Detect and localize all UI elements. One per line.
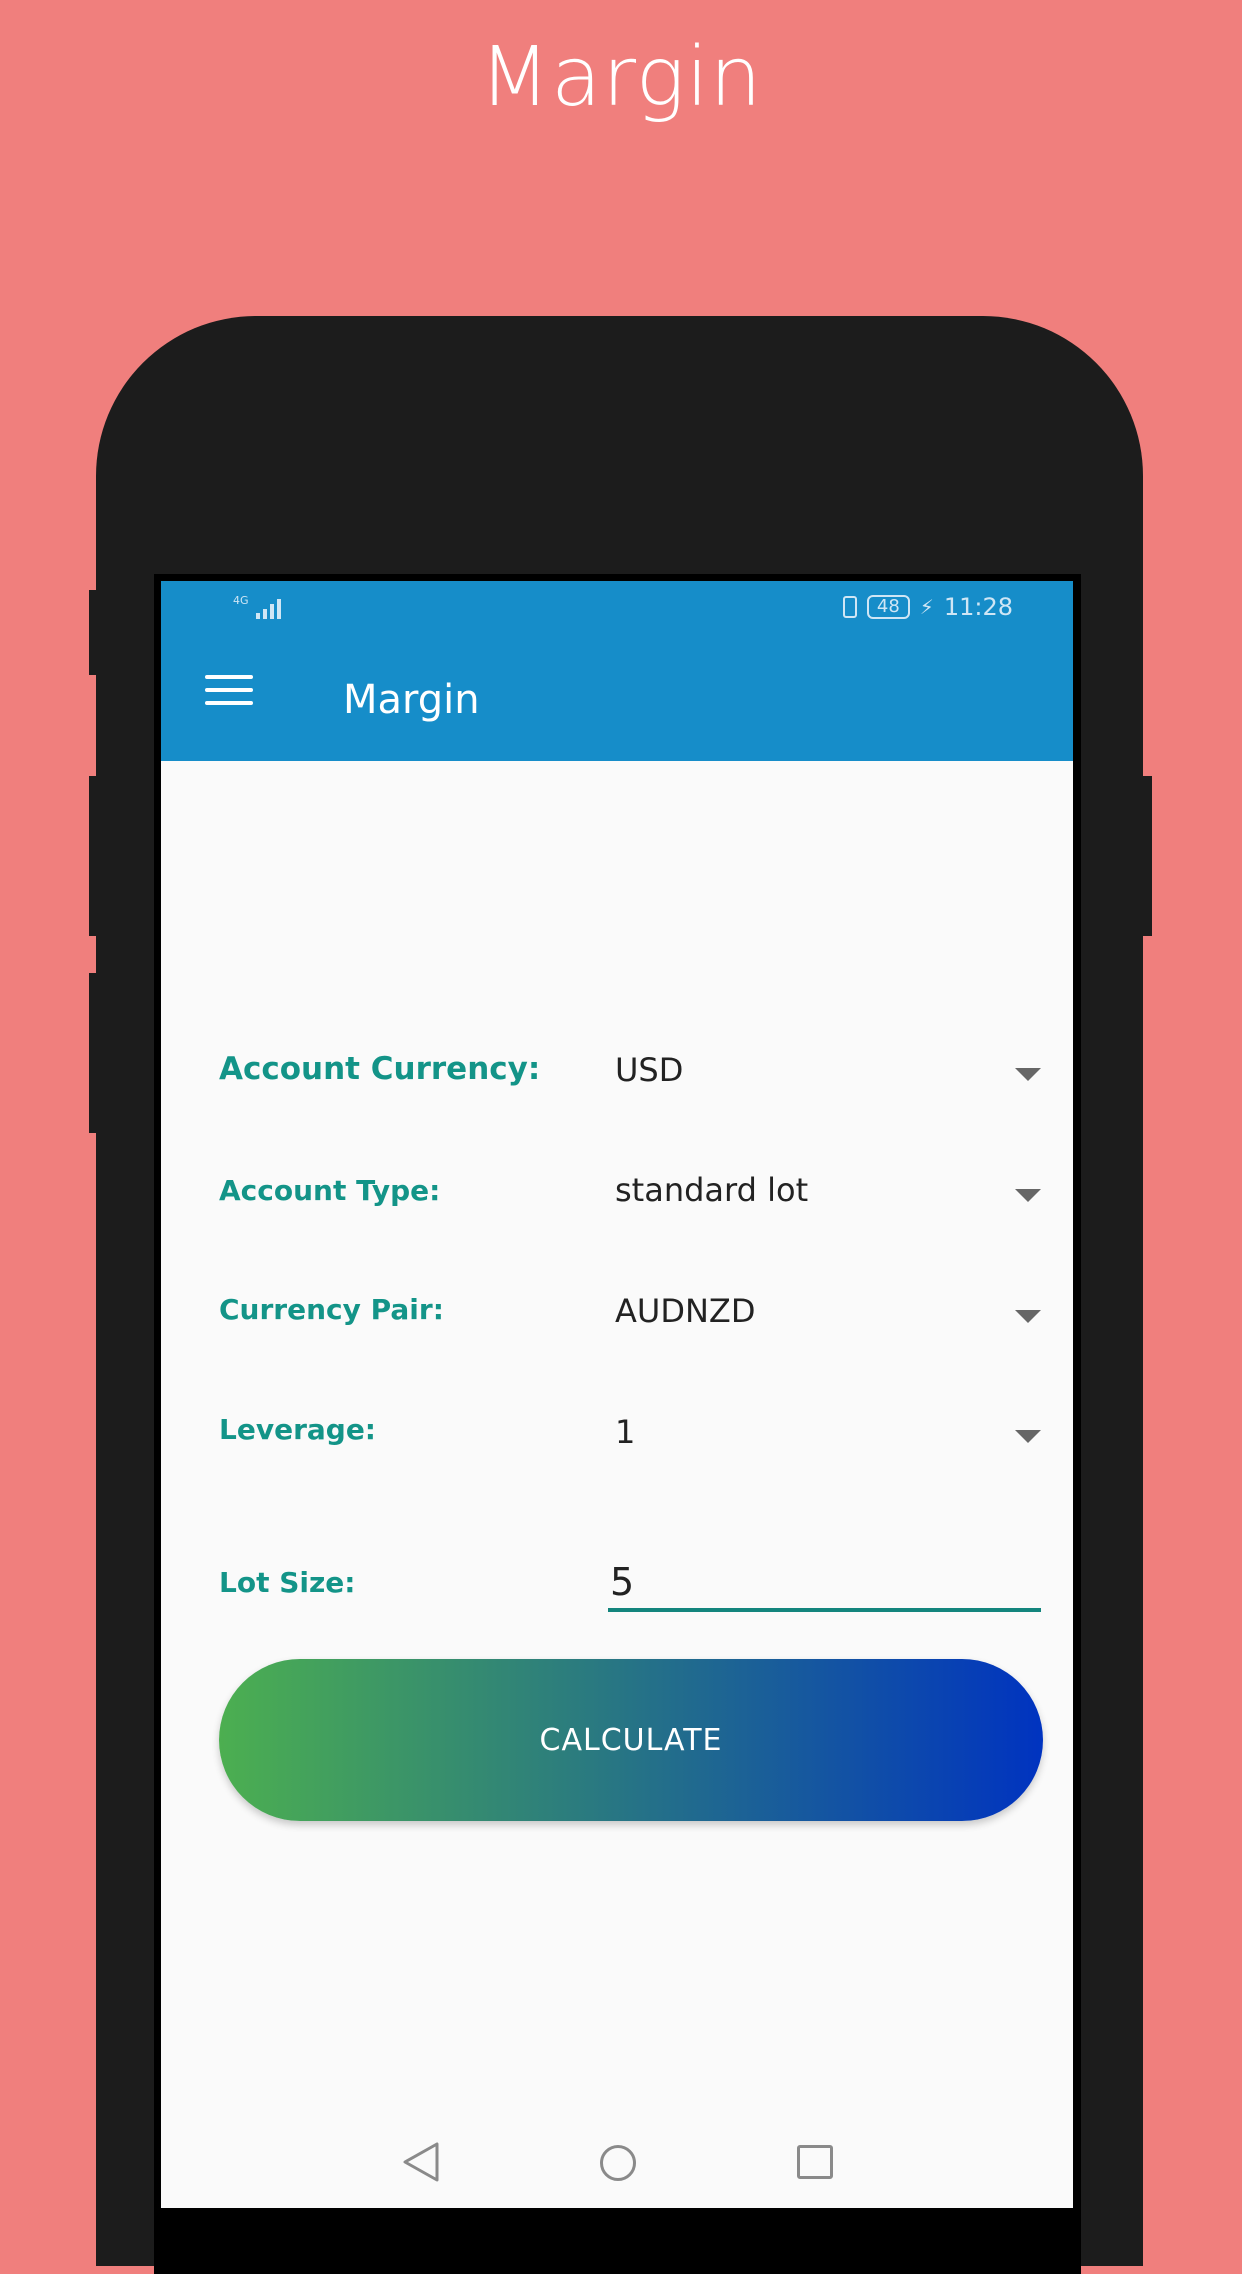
caret-down-icon	[1015, 1430, 1041, 1443]
account-currency-label: Account Currency:	[219, 1051, 541, 1087]
status-time: 11:28	[943, 593, 1013, 621]
lot-size-input[interactable]	[608, 1556, 1041, 1612]
app-bar: Margin	[161, 637, 1073, 761]
caret-down-icon	[1015, 1310, 1041, 1323]
currency-pair-label: Currency Pair:	[219, 1293, 444, 1326]
menu-icon[interactable]	[205, 675, 253, 707]
calculate-button[interactable]: CALCULATE	[219, 1659, 1043, 1821]
account-currency-value: USD	[615, 1051, 684, 1089]
status-right: 48 ⚡ 11:28	[842, 593, 1013, 621]
back-icon[interactable]	[401, 2140, 441, 2184]
account-type-value: standard lot	[615, 1171, 809, 1209]
home-icon[interactable]	[600, 2145, 636, 2181]
caret-down-icon	[1015, 1189, 1041, 1202]
phone-side-button	[89, 973, 99, 1133]
battery-icon: 48	[866, 595, 910, 619]
app-screen: 4G 48 ⚡ 11:28 Margin Account Currency: U…	[161, 581, 1073, 2208]
leverage-dropdown[interactable]	[601, 1398, 1041, 1478]
vibrate-icon	[842, 596, 857, 618]
recent-apps-icon[interactable]	[797, 2145, 833, 2179]
signal-icon: 4G	[233, 595, 281, 619]
charging-icon: ⚡	[919, 595, 934, 619]
leverage-value: 1	[615, 1413, 636, 1451]
currency-pair-value: AUDNZD	[615, 1292, 756, 1330]
phone-side-button	[89, 776, 99, 936]
account-type-label: Account Type:	[219, 1174, 441, 1207]
phone-side-button	[89, 590, 99, 675]
caret-down-icon	[1015, 1068, 1041, 1081]
network-type: 4G	[233, 594, 249, 607]
status-bar: 4G 48 ⚡ 11:28	[161, 581, 1073, 637]
system-nav-bar	[161, 2116, 1073, 2208]
leverage-label: Leverage:	[219, 1413, 377, 1446]
phone-side-button	[1140, 776, 1152, 936]
app-bar-title: Margin	[343, 677, 480, 723]
promo-title: Margin	[479, 30, 763, 125]
lot-size-label: Lot Size:	[219, 1566, 356, 1599]
